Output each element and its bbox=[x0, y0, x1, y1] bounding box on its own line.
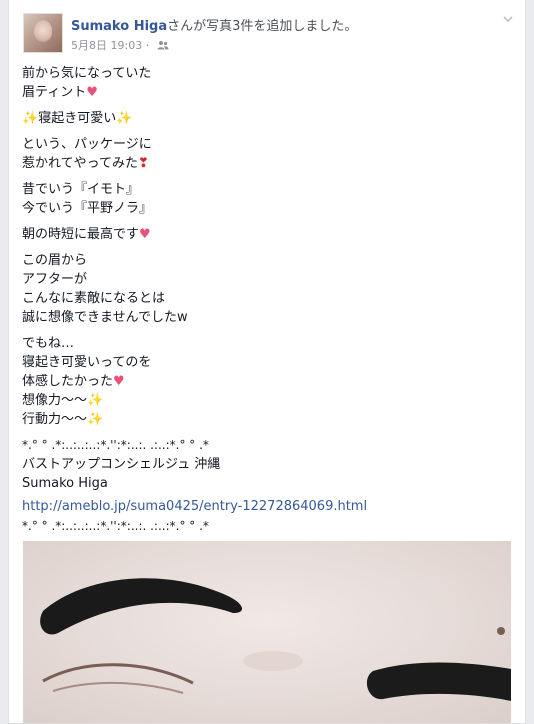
paragraph-6: この眉から アフターが こんなに素敵になるとは 誠に想像できませんでしたw bbox=[22, 251, 512, 327]
text-line: という、パッケージに bbox=[22, 137, 152, 152]
text-line-content: 寝起き可愛い bbox=[38, 111, 117, 126]
meta-separator: · bbox=[145, 39, 150, 52]
heart-icon: ♥ bbox=[86, 85, 98, 100]
sparkles-icon: ✨ bbox=[87, 393, 104, 408]
paragraph-4: 昔でいう『イモト』 今でいう『平野ノラ』 bbox=[22, 180, 512, 218]
text-line: 眉ティント♥ bbox=[22, 83, 512, 102]
text-line: 体感したかった♥ bbox=[22, 372, 512, 391]
heart-icon: ♥ bbox=[113, 374, 125, 389]
paragraph-2: ✨寝起き可愛い✨ bbox=[22, 109, 512, 128]
decorative-divider-bottom: *.° ° .*:..:..:..:*.'':*:..:. .:..:*.° °… bbox=[22, 519, 209, 533]
eyebrow-photo-illustration bbox=[23, 541, 511, 723]
red-heart-icon: ❣ bbox=[137, 156, 149, 171]
text-line: この眉から bbox=[22, 253, 88, 268]
author-name-link[interactable]: Sumako Higa bbox=[71, 19, 167, 34]
post-meta: 5月8日 19:03 · bbox=[71, 37, 169, 53]
text-line: アフターが bbox=[22, 272, 88, 287]
text-line: 惹かれてやってみた❣ bbox=[22, 154, 512, 173]
text-line: 誠に想像できませんでしたw bbox=[22, 310, 188, 325]
sparkles-icon: ✨ bbox=[22, 111, 39, 126]
post-timestamp-link[interactable]: 5月8日 19:03 bbox=[71, 39, 142, 52]
paragraph-3: という、パッケージに 惹かれてやってみた❣ bbox=[22, 135, 512, 173]
feed-post: Sumako Higaさんが写真3件を追加しました。 5月8日 19:03 · … bbox=[8, 0, 526, 724]
text-line: でもね… bbox=[22, 336, 75, 351]
post-header: Sumako Higaさんが写真3件を追加しました。 bbox=[71, 15, 357, 34]
text-line: 行動力〜〜✨ bbox=[22, 410, 512, 429]
post-action-text: さんが写真3件を追加しました。 bbox=[167, 19, 358, 34]
paragraph-5: 朝の時短に最高です♥ bbox=[22, 225, 512, 244]
text-line-content: 朝の時短に最高です bbox=[22, 227, 140, 242]
text-line: 寝起き可愛いってのを bbox=[22, 355, 152, 370]
text-line: こんなに素敵になるとは bbox=[22, 291, 166, 306]
paragraph-7: でもね… 寝起き可愛いってのを 体感したかった♥ 想像力〜〜✨ 行動力〜〜✨ bbox=[22, 334, 512, 429]
text-line-content: 想像力〜〜 bbox=[22, 393, 88, 408]
text-line: ✨寝起き可愛い✨ bbox=[22, 109, 512, 128]
friends-icon[interactable] bbox=[157, 40, 169, 50]
text-line: 想像力〜〜✨ bbox=[22, 391, 512, 410]
text-line-content: 眉ティント bbox=[22, 85, 87, 100]
paragraph-1: 前から気になっていた 眉ティント♥ bbox=[22, 64, 512, 102]
decorative-divider: *.° ° .*:..:..:..:*.'':*:..:. .:..:*.° °… bbox=[22, 438, 209, 452]
chevron-down-icon[interactable] bbox=[501, 12, 515, 26]
avatar[interactable] bbox=[23, 13, 63, 53]
post-message: 前から気になっていた 眉ティント♥ ✨寝起き可愛い✨ という、パッケージに 惹か… bbox=[22, 64, 512, 536]
text-line: 前から気になっていた bbox=[22, 66, 152, 81]
text-line: 昔でいう『イモト』 bbox=[22, 182, 140, 197]
blog-link[interactable]: http://ameblo.jp/suma0425/entry-12272864… bbox=[22, 497, 512, 516]
text-line: 今でいう『平野ノラ』 bbox=[22, 201, 153, 216]
text-line-content: 惹かれてやってみた bbox=[22, 156, 138, 171]
signature-block: *.° ° .*:..:..:..:*.'':*:..:. .:..:*.° °… bbox=[22, 436, 512, 493]
heart-icon: ♥ bbox=[139, 227, 151, 242]
text-line-content: 行動力〜〜 bbox=[22, 412, 88, 427]
signature-name: Sumako Higa bbox=[22, 476, 108, 491]
post-photo[interactable] bbox=[23, 541, 511, 723]
text-line-content: 体感したかった bbox=[22, 374, 114, 389]
sparkles-icon: ✨ bbox=[87, 412, 104, 427]
signature-title: バストアップコンシェルジュ 沖縄 bbox=[22, 457, 221, 472]
sparkles-icon: ✨ bbox=[116, 111, 133, 126]
text-line: 朝の時短に最高です♥ bbox=[22, 225, 512, 244]
